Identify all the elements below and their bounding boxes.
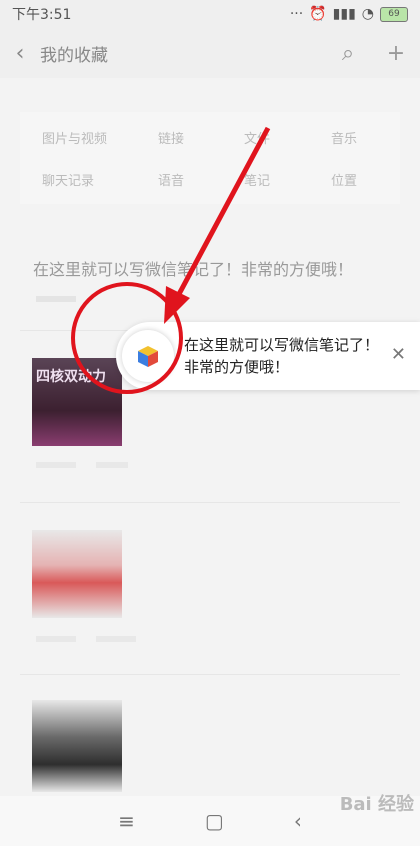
tip-bubble[interactable]: 在这里就可以写微信笔记了！非常的方便哦！ ✕ (116, 322, 420, 390)
category-panel (20, 112, 400, 204)
thumbnail-image[interactable] (32, 530, 122, 618)
app-header: ‹ 我的收藏 ⌕ + (0, 28, 420, 78)
thumbnail-caption: 四核双动力 (36, 369, 106, 385)
divider (20, 502, 400, 503)
menu-icon[interactable]: ≡ (118, 809, 135, 833)
meta-placeholder (36, 462, 76, 468)
tip-icon-holder (122, 330, 174, 382)
cube-icon (138, 346, 158, 367)
thumbnail-image[interactable] (32, 700, 122, 792)
home-icon[interactable]: ▢ (205, 809, 224, 833)
close-icon[interactable]: ✕ (391, 344, 406, 365)
status-time: 下午3:51 (12, 7, 72, 23)
back-nav-icon[interactable]: ‹ (294, 809, 302, 833)
category-files[interactable]: 文件 (244, 128, 270, 147)
search-icon[interactable]: ⌕ (324, 41, 372, 66)
meta-placeholder (96, 636, 136, 642)
meta-placeholder (36, 636, 76, 642)
divider (20, 674, 400, 675)
wifi-icon: ◔ (361, 6, 374, 22)
meta-placeholder (36, 296, 76, 302)
tip-text: 在这里就可以写微信笔记了！非常的方便哦！ (184, 336, 380, 376)
status-bar: 下午3:51 ··· ⏰ ▮▮▮ ◔ 69 (0, 0, 420, 28)
note-item[interactable]: 在这里就可以写微信笔记了！非常的方便哦！ (33, 256, 353, 280)
page-title: 我的收藏 (40, 45, 108, 66)
status-icons: ··· ⏰ ▮▮▮ ◔ 69 (290, 6, 408, 22)
favorites-content: 图片与视频 链接 文件 音乐 聊天记录 语音 笔记 位置 在这里就可以写微信笔记… (0, 78, 420, 796)
more-icon: ··· (289, 6, 304, 22)
category-voice[interactable]: 语音 (158, 170, 184, 189)
category-chat[interactable]: 聊天记录 (42, 170, 94, 189)
add-icon[interactable]: + (372, 41, 420, 66)
battery-icon: 69 (380, 6, 408, 22)
signal-icon: ▮▮▮ (332, 6, 356, 22)
category-images[interactable]: 图片与视频 (42, 128, 107, 147)
category-notes[interactable]: 笔记 (244, 170, 270, 189)
alarm-icon: ⏰ (309, 6, 327, 22)
category-music[interactable]: 音乐 (331, 128, 357, 147)
meta-placeholder (96, 462, 128, 468)
category-links[interactable]: 链接 (158, 128, 184, 147)
back-button[interactable]: ‹ (0, 41, 40, 66)
category-location[interactable]: 位置 (331, 170, 357, 189)
watermark-text: Bai 经验 (339, 794, 414, 815)
